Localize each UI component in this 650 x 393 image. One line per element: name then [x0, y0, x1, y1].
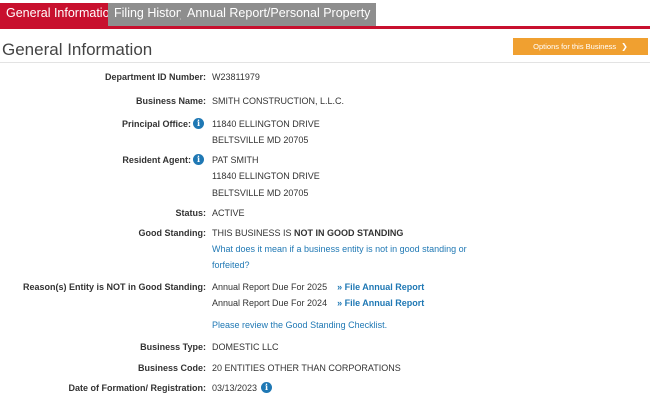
chevron-down-icon: ❯ [621, 42, 628, 51]
date-of-formation-label: Date of Formation/ Registration: [68, 383, 206, 393]
business-type-value: DOMESTIC LLC [212, 342, 279, 352]
tab-underline [0, 26, 650, 29]
checklist-suffix: . [384, 320, 388, 330]
good-standing-value: THIS BUSINESS IS NOT IN GOOD STANDING [212, 228, 403, 238]
good-standing-prefix: THIS BUSINESS IS [212, 228, 295, 238]
options-button-label: Options for this Business [533, 42, 617, 51]
tab-filing-history[interactable]: Filing History [108, 3, 193, 26]
file-annual-report-link[interactable]: » File Annual Report [337, 298, 424, 308]
page-title: General Information [2, 40, 153, 59]
file-annual-report-link[interactable]: » File Annual Report [337, 282, 424, 292]
principal-office-line1: 11840 ELLINGTON DRIVE [212, 119, 320, 129]
good-standing-label: Good Standing: [138, 228, 207, 238]
principal-office-line2: BELTSVILLE MD 20705 [212, 135, 309, 145]
resident-agent-line3: BELTSVILLE MD 20705 [212, 188, 309, 198]
business-name-value: SMITH CONSTRUCTION, L.L.C. [212, 96, 345, 106]
good-standing-checklist: Please review the Good Standing Checklis… [212, 320, 387, 330]
status-label: Status: [175, 208, 206, 218]
resident-agent-label: Resident Agent: [122, 155, 191, 165]
good-standing-status: NOT IN GOOD STANDING [294, 228, 404, 238]
status-value: ACTIVE [212, 208, 245, 218]
business-type-label: Business Type: [140, 342, 206, 352]
reason-text: Annual Report Due For 2024 [212, 298, 328, 308]
department-id-label: Department ID Number: [104, 72, 206, 82]
resident-agent-line2: 11840 ELLINGTON DRIVE [212, 171, 320, 181]
title-divider [0, 62, 650, 63]
info-icon[interactable]: i [193, 154, 204, 165]
reasons-label: Reason(s) Entity is NOT in Good Standing… [22, 282, 206, 292]
info-icon[interactable]: i [261, 382, 272, 393]
business-code-value: 20 ENTITIES OTHER THAN CORPORATIONS [212, 363, 401, 373]
department-id-value: W23811979 [212, 72, 260, 82]
tab-general-information[interactable]: General Information [0, 3, 123, 26]
good-standing-help-link[interactable]: What does it mean if a business entity i… [212, 244, 467, 254]
tab-annual-report-personal-property[interactable]: Annual Report/Personal Property [181, 3, 377, 26]
info-icon[interactable]: i [193, 118, 204, 129]
resident-agent-name: PAT SMITH [212, 155, 259, 165]
reason-row: Annual Report Due For 2025 » File Annual … [212, 282, 424, 292]
reason-row: Annual Report Due For 2024 » File Annual … [212, 298, 424, 308]
business-code-label: Business Code: [137, 363, 206, 373]
date-of-formation-value: 03/13/2023 [212, 383, 258, 393]
tab-bar: General Information Filing History Annua… [0, 0, 650, 26]
business-name-label: Business Name: [135, 96, 206, 106]
good-standing-checklist-link[interactable]: Good Standing Checklist [286, 320, 385, 330]
reason-text: Annual Report Due For 2025 [212, 282, 328, 292]
good-standing-help-link-cont[interactable]: forfeited? [212, 260, 250, 270]
options-for-business-button[interactable]: Options for this Business ❯ [513, 38, 648, 55]
principal-office-label: Principal Office: [121, 119, 191, 129]
checklist-prefix: Please review the [212, 320, 286, 330]
